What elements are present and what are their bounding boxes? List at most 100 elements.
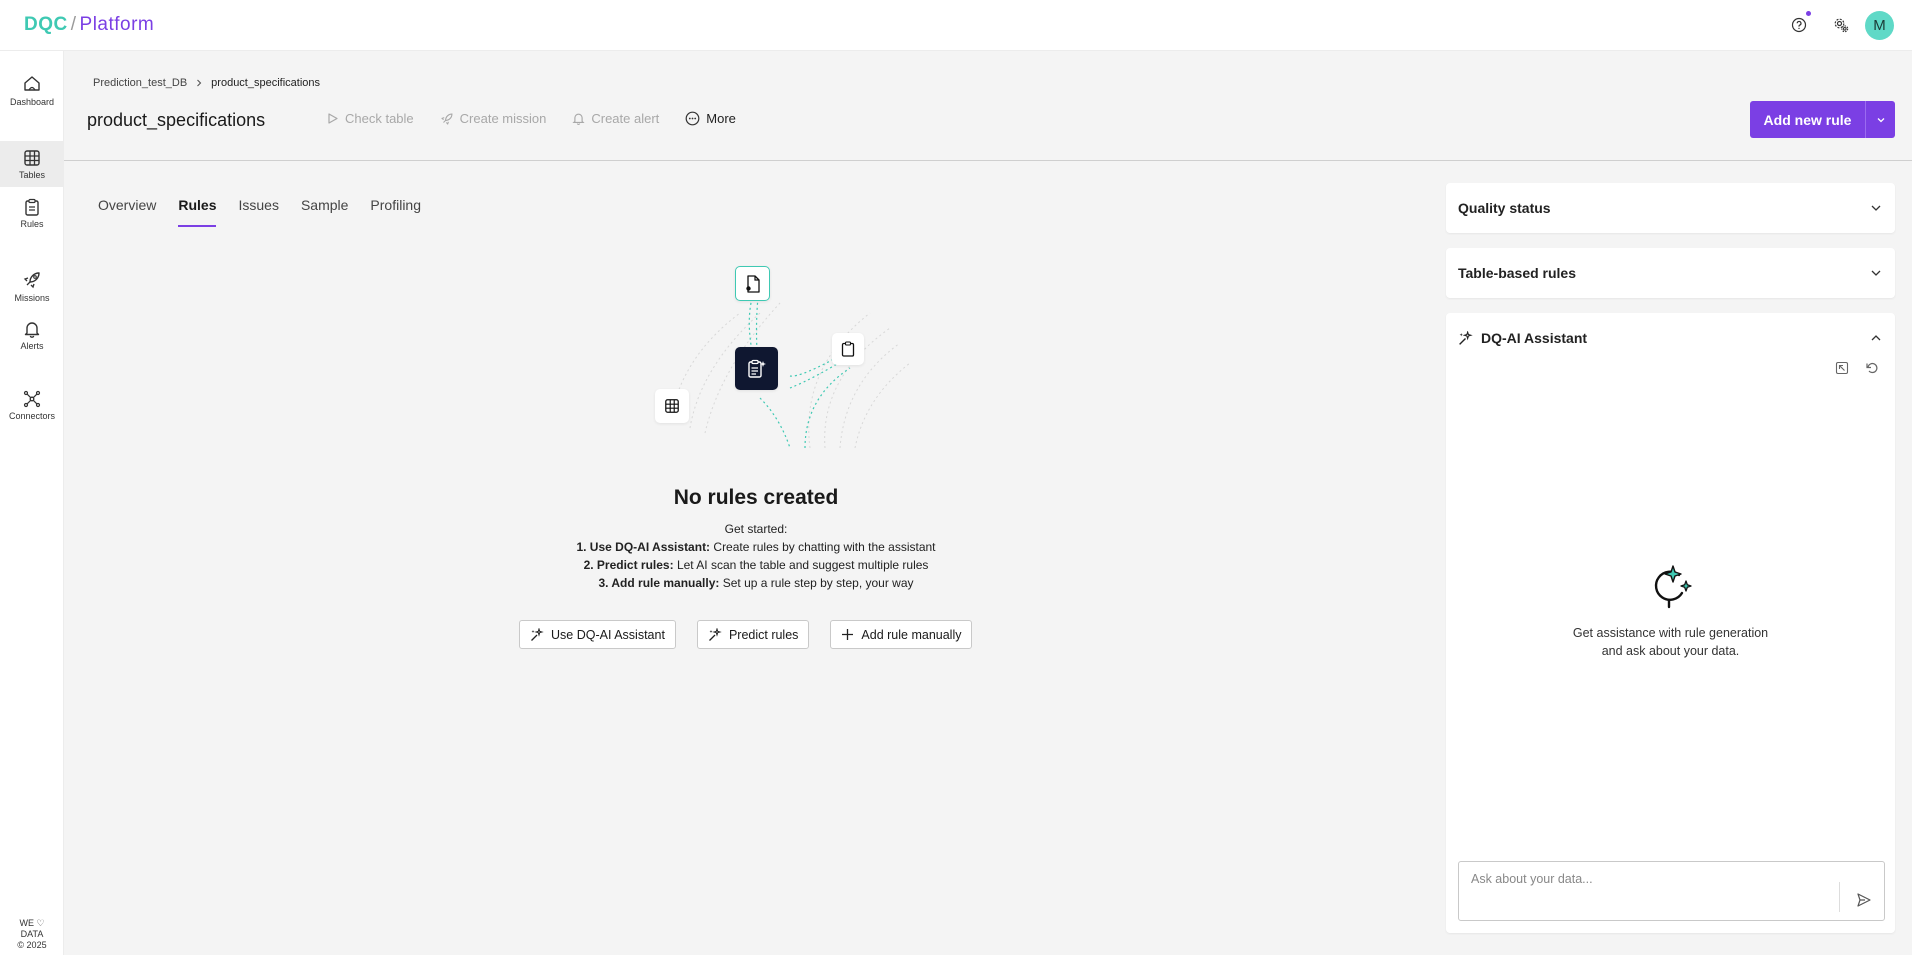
- ask-input[interactable]: [1471, 872, 1831, 886]
- nav-alerts[interactable]: Alerts: [0, 312, 64, 358]
- step-3: 3. Add rule manually: Set up a rule step…: [0, 574, 1512, 592]
- chevron-down-icon: [1871, 205, 1881, 211]
- assistant-hint-line-2: and ask about your data.: [1601, 644, 1740, 658]
- clipboard-icon: [25, 198, 39, 216]
- tab-bar: Overview Rules Issues Sample Profiling: [98, 197, 421, 227]
- connectors-icon: [23, 390, 41, 407]
- tab-overview[interactable]: Overview: [98, 197, 156, 227]
- help-icon[interactable]: [1787, 11, 1811, 37]
- sparkle-wand-icon: [708, 627, 722, 641]
- header-actions: Check table Create mission Create alert …: [326, 111, 736, 126]
- step-1-title: 1. Use DQ-AI Assistant:: [576, 540, 711, 554]
- reset-icon[interactable]: [1865, 361, 1879, 375]
- add-new-rule-button[interactable]: Add new rule: [1750, 101, 1866, 138]
- table-icon: [24, 149, 40, 166]
- quality-status-title: Quality status: [1458, 200, 1551, 216]
- bell-icon: [24, 321, 40, 338]
- nav-rules[interactable]: Rules: [0, 190, 64, 236]
- use-dq-ai-assistant-button[interactable]: Use DQ-AI Assistant: [519, 620, 676, 649]
- ai-rule-icon: [735, 347, 778, 390]
- rocket-icon: [23, 271, 40, 288]
- top-bar: DQC / Platform M: [0, 0, 1912, 51]
- user-avatar[interactable]: M: [1865, 11, 1894, 40]
- add-new-rule-split-button: Add new rule: [1750, 101, 1895, 138]
- more-button[interactable]: More: [685, 111, 736, 126]
- tab-sample[interactable]: Sample: [301, 197, 348, 227]
- chevron-up-icon: [1871, 335, 1881, 341]
- breadcrumb-parent[interactable]: Prediction_test_DB: [93, 77, 187, 89]
- play-icon: [328, 113, 338, 124]
- step-1-text: Create rules by chatting with the assist…: [710, 540, 936, 554]
- breadcrumb-current: product_specifications: [211, 77, 321, 89]
- open-external-icon[interactable]: [1835, 361, 1849, 375]
- nav-missions-label: Missions: [14, 292, 50, 303]
- plus-icon: [842, 629, 854, 640]
- nav-dashboard[interactable]: Dashboard: [0, 67, 64, 113]
- send-icon[interactable]: [1856, 892, 1872, 908]
- page-title: product_specifications: [87, 110, 266, 130]
- breadcrumb: Prediction_test_DB product_specification…: [93, 77, 320, 89]
- file-icon: [735, 266, 770, 301]
- empty-state-title: No rules created: [673, 486, 839, 509]
- rocket-icon: [440, 113, 453, 125]
- bell-icon: [572, 113, 585, 125]
- create-mission-button[interactable]: Create mission: [440, 111, 547, 126]
- add-rule-manually-button[interactable]: Add rule manually: [830, 620, 973, 649]
- logo[interactable]: DQC / Platform: [24, 14, 154, 36]
- predict-rules-button[interactable]: Predict rules: [696, 620, 810, 649]
- nav-missions[interactable]: Missions: [0, 263, 64, 309]
- table-based-rules-title: Table-based rules: [1458, 265, 1577, 281]
- settings-gear-icon[interactable]: [1829, 13, 1853, 37]
- check-table-label: Check table: [345, 111, 414, 126]
- create-alert-label: Create alert: [591, 111, 660, 126]
- step-2-text: Let AI scan the table and suggest multip…: [673, 558, 929, 572]
- ask-divider: [1839, 882, 1840, 912]
- get-started-label: Get started:: [724, 522, 788, 536]
- chevron-down-icon: [1877, 117, 1884, 122]
- step-2-title: 2. Predict rules:: [583, 558, 674, 572]
- step-3-text: Set up a rule step by step, your way: [719, 576, 914, 590]
- nav-tables-label: Tables: [18, 169, 45, 180]
- header-divider: [64, 160, 1912, 161]
- create-mission-label: Create mission: [459, 111, 547, 126]
- step-3-title: 3. Add rule manually:: [598, 576, 720, 590]
- nav-rules-label: Rules: [20, 218, 44, 229]
- nav-connectors[interactable]: Connectors: [0, 382, 64, 428]
- use-dq-ai-assistant-label: Use DQ-AI Assistant: [551, 627, 665, 642]
- logo-platform: Platform: [79, 14, 155, 35]
- more-dots-icon: [685, 111, 700, 126]
- add-rule-dropdown-toggle[interactable]: [1866, 101, 1895, 138]
- footer-line-1: WE ♡: [19, 918, 45, 928]
- create-alert-button[interactable]: Create alert: [572, 111, 659, 126]
- dq-ai-assistant-header[interactable]: DQ-AI Assistant: [1446, 313, 1895, 363]
- quality-status-card[interactable]: Quality status: [1446, 183, 1895, 233]
- chevron-down-icon: [1871, 270, 1881, 276]
- tab-rules[interactable]: Rules: [178, 197, 217, 227]
- tab-issues[interactable]: Issues: [238, 197, 278, 227]
- assistant-hint-line-1: Get assistance with rule generation: [1572, 626, 1769, 640]
- logo-separator: /: [70, 14, 77, 35]
- nav-tables[interactable]: Tables: [0, 141, 64, 187]
- step-2: 2. Predict rules: Let AI scan the table …: [0, 556, 1512, 574]
- ai-sparkle-logo-icon: [1654, 565, 1692, 609]
- table-based-rules-card[interactable]: Table-based rules: [1446, 248, 1895, 298]
- assistant-empty-state: Get assistance with rule generation and …: [1446, 563, 1895, 660]
- more-label: More: [706, 111, 736, 126]
- assistant-tools: [1835, 361, 1879, 375]
- clipboard-icon: [832, 333, 864, 365]
- sparkle-wand-icon: [1459, 330, 1473, 345]
- dq-ai-assistant-card: DQ-AI Assistant Get assistance with rule…: [1446, 313, 1895, 933]
- check-table-button[interactable]: Check table: [326, 111, 414, 126]
- footer-we-love-data: WE ♡ DATA © 2025: [0, 918, 64, 951]
- nav-connectors-label: Connectors: [8, 410, 56, 421]
- logo-dqc: DQC: [24, 14, 68, 35]
- footer-copyright: © 2025: [17, 940, 47, 950]
- tab-profiling[interactable]: Profiling: [370, 197, 421, 227]
- ask-box: [1458, 861, 1885, 921]
- nav-dashboard-label: Dashboard: [9, 96, 55, 107]
- step-1: 1. Use DQ-AI Assistant: Create rules by …: [0, 538, 1512, 556]
- add-rule-manually-label: Add rule manually: [861, 627, 962, 642]
- empty-state-illustration: [640, 258, 920, 448]
- nav-alerts-label: Alerts: [20, 340, 44, 351]
- chevron-right-icon: [197, 79, 202, 87]
